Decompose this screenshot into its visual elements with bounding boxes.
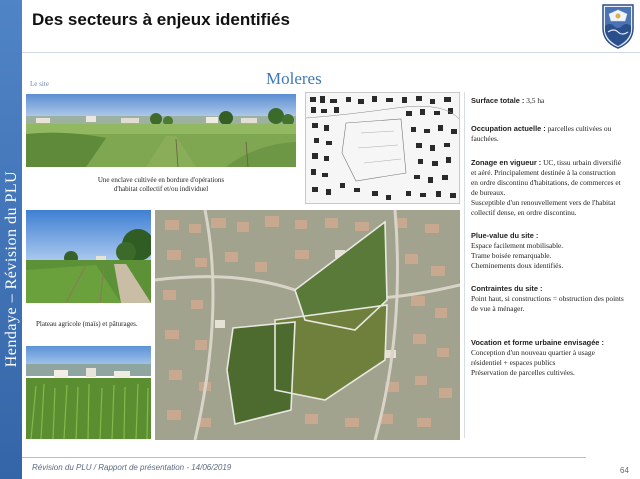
vocation-line-1: Conception d'un nouveau quartier à usage… bbox=[471, 348, 595, 367]
plateau-caption: Plateau agricole (maïs) et pâturages. bbox=[36, 320, 138, 328]
zonage-block: Zonage en vigueur : UC, tissu urbain div… bbox=[471, 158, 624, 218]
page-title: Des secteurs à enjeux identifiés bbox=[32, 10, 290, 29]
corn-field-photo bbox=[26, 346, 151, 439]
occupation-block: Occupation actuelle : parcelles cultivée… bbox=[471, 124, 624, 144]
landscape-caption-line-2: d'habitat collectif et/ou individuel bbox=[113, 185, 209, 193]
side-label: Hendaye – Révision du PLU bbox=[3, 170, 20, 368]
vocation-label: Vocation et forme urbaine envisagée : bbox=[471, 338, 604, 347]
landscape-photo bbox=[26, 94, 296, 167]
vocation-block: Vocation et forme urbaine envisagée : Co… bbox=[471, 338, 624, 378]
plateau-photo bbox=[26, 210, 151, 303]
surface-label: Surface totale : bbox=[471, 96, 525, 105]
contraintes-value: Point haut, si constructions = obstructi… bbox=[471, 294, 624, 313]
plus-value-line-2: Trame boisée remarquable. bbox=[471, 251, 552, 260]
contraintes-label: Contraintes du site : bbox=[471, 284, 543, 293]
side-band: Hendaye – Révision du PLU bbox=[0, 0, 22, 479]
header-rule bbox=[22, 52, 640, 53]
surface-block: Surface totale : 3,5 ha bbox=[471, 96, 624, 106]
occupation-label: Occupation actuelle : bbox=[471, 124, 546, 133]
section-label: Le site bbox=[30, 80, 49, 88]
hendaye-coat-of-arms-icon bbox=[602, 4, 634, 49]
cadastral-map bbox=[305, 92, 460, 204]
page-number: 64 bbox=[620, 466, 629, 475]
zonage-label: Zonage en vigueur : bbox=[471, 158, 542, 167]
plus-value-block: Plue-value du site : Espace facilement m… bbox=[471, 231, 624, 271]
landscape-caption-line-1: Une enclave cultivée en bordure d'opérat… bbox=[97, 176, 225, 184]
info-panel: Surface totale : 3,5 ha Occupation actue… bbox=[464, 92, 630, 438]
vocation-line-2: Préservation de parcelles cultivées. bbox=[471, 368, 575, 377]
footer-rule bbox=[22, 457, 586, 458]
plus-value-line-3: Cheminements doux identifiés. bbox=[471, 261, 564, 270]
site-title: Moleres bbox=[266, 69, 322, 88]
surface-value: 3,5 ha bbox=[526, 96, 545, 105]
contraintes-block: Contraintes du site : Point haut, si con… bbox=[471, 284, 624, 314]
plus-value-label: Plue-value du site : bbox=[471, 231, 539, 240]
footer-text: Révision du PLU / Rapport de présentatio… bbox=[32, 463, 232, 472]
landscape-caption: Une enclave cultivée en bordure d'opérat… bbox=[56, 176, 266, 194]
plus-value-line-1: Espace facilement mobilisable. bbox=[471, 241, 564, 250]
aerial-photo bbox=[155, 210, 460, 440]
zonage-extra: Susceptible d'un renouvellement vers de … bbox=[471, 198, 616, 217]
